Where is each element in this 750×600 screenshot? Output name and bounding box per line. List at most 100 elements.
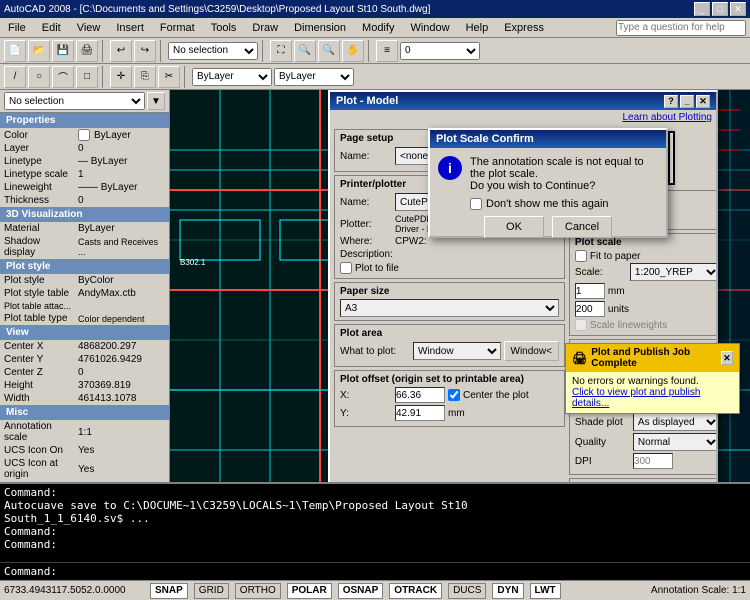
- linetype-dropdown[interactable]: ByLayer: [274, 68, 354, 86]
- plot-help-btn[interactable]: ?: [664, 95, 678, 108]
- rect-btn[interactable]: □: [76, 66, 98, 88]
- scale-select[interactable]: 1:200_YREP: [630, 263, 716, 281]
- ducs-toggle[interactable]: DUCS: [448, 583, 486, 599]
- paper-size-select[interactable]: A3: [340, 299, 559, 317]
- arc-btn[interactable]: ⌒: [52, 66, 74, 88]
- menu-draw[interactable]: Draw: [248, 20, 282, 36]
- menu-modify[interactable]: Modify: [358, 20, 398, 36]
- menu-express[interactable]: Express: [500, 20, 548, 36]
- copy-btn[interactable]: ⎘: [134, 66, 156, 88]
- plotter-label: Plotter:: [340, 219, 392, 230]
- layer-dropdown[interactable]: 0: [400, 42, 480, 60]
- polar-toggle[interactable]: POLAR: [287, 583, 332, 599]
- drawing-area[interactable]: B267 B268 B269 B270 B1069 B1081 B302.1 T…: [170, 90, 750, 482]
- menu-insert[interactable]: Insert: [112, 20, 148, 36]
- print-btn[interactable]: 🖨: [76, 40, 98, 62]
- save-btn[interactable]: 💾: [52, 40, 74, 62]
- command-history-5: Command:: [4, 538, 746, 551]
- what-to-plot-select[interactable]: Window: [413, 342, 501, 360]
- properties-section-title: Properties: [0, 113, 169, 128]
- circle-btn[interactable]: ○: [28, 66, 50, 88]
- zoom-out-btn[interactable]: 🔍: [318, 40, 340, 62]
- scale-cancel-btn[interactable]: Cancel: [552, 216, 612, 238]
- plot-scale-group: Plot scale Fit to paper Scale: 1:200_YRE…: [569, 233, 716, 336]
- selection-dropdown[interactable]: No selection: [168, 42, 258, 60]
- plot-dialog-title-controls: ? _ ✕: [664, 95, 710, 108]
- trim-btn[interactable]: ✂: [158, 66, 180, 88]
- plot-file-row: Plot to file: [340, 262, 559, 274]
- plot-to-file-checkbox[interactable]: [340, 262, 352, 274]
- line-btn[interactable]: /: [4, 66, 26, 88]
- help-search-input[interactable]: [616, 20, 746, 36]
- plot-minimize-btn[interactable]: _: [680, 95, 694, 108]
- minimize-button[interactable]: _: [694, 2, 710, 16]
- window-btn[interactable]: Window<: [504, 341, 559, 361]
- scale-confirm-title-text: Plot Scale Confirm: [436, 133, 534, 145]
- scale-ok-btn[interactable]: OK: [484, 216, 544, 238]
- bylayer-checkbox[interactable]: [78, 129, 90, 141]
- page-setup-name-label: Name:: [340, 151, 392, 162]
- color-dropdown[interactable]: ByLayer: [192, 68, 272, 86]
- plot-offset-y-input[interactable]: [395, 405, 445, 421]
- command-area[interactable]: Command: Autocuave save to C:\DOCUME~1\C…: [0, 482, 750, 562]
- maximize-button[interactable]: □: [712, 2, 728, 16]
- open-btn[interactable]: 📂: [28, 40, 50, 62]
- shade-plot-select[interactable]: As displayed: [633, 413, 716, 431]
- plot-close-btn[interactable]: ✕: [696, 95, 710, 108]
- command-input[interactable]: [57, 565, 746, 578]
- cz-row: Center Z 0: [0, 366, 169, 379]
- ortho-toggle[interactable]: ORTHO: [235, 583, 281, 599]
- sep4: [368, 40, 372, 62]
- menu-view[interactable]: View: [73, 20, 105, 36]
- publish-notification: 🖨 Plot and Publish Job Complete ✕ No err…: [565, 343, 740, 414]
- menu-file[interactable]: File: [4, 20, 30, 36]
- scale-lineweights-checkbox[interactable]: [575, 319, 587, 331]
- snap-toggle[interactable]: SNAP: [150, 583, 188, 599]
- grid-toggle[interactable]: GRID: [194, 583, 229, 599]
- quality-select[interactable]: Normal: [633, 433, 716, 451]
- menu-tools[interactable]: Tools: [207, 20, 241, 36]
- zoom-in-btn[interactable]: 🔍: [294, 40, 316, 62]
- selection-list-dropdown[interactable]: No selection: [4, 92, 145, 110]
- dyn-toggle[interactable]: DYN: [492, 583, 523, 599]
- title-bar: AutoCAD 2008 - [C:\Documents and Setting…: [0, 0, 750, 18]
- coordinates-display: 6733.4943117.5052.0.0000: [4, 585, 144, 596]
- otrack-toggle[interactable]: OTRACK: [389, 583, 442, 599]
- plot-offset-x-input[interactable]: [395, 387, 445, 403]
- layer-btn[interactable]: ≡: [376, 40, 398, 62]
- annotation-scale-display: Annotation Scale: 1:1: [651, 585, 746, 596]
- zoom-extents-btn[interactable]: ⛶: [270, 40, 292, 62]
- menu-format[interactable]: Format: [156, 20, 199, 36]
- plot-area-group: Plot area What to plot: Window Window<: [334, 324, 565, 367]
- lwt-toggle[interactable]: LWT: [530, 583, 561, 599]
- scale-input2[interactable]: [575, 301, 605, 317]
- menu-window[interactable]: Window: [406, 20, 453, 36]
- center-plot-checkbox[interactable]: [448, 389, 460, 401]
- properties-toggle-btn[interactable]: ▼: [147, 92, 165, 110]
- pan-btn[interactable]: ✋: [342, 40, 364, 62]
- misc-section-title: Misc: [0, 405, 169, 420]
- publish-close-btn[interactable]: ✕: [721, 351, 733, 365]
- redo-btn[interactable]: ↪: [134, 40, 156, 62]
- view-section-title: View: [0, 325, 169, 340]
- dont-show-label: Don't show me this again: [486, 198, 609, 210]
- move-btn[interactable]: ✛: [110, 66, 132, 88]
- new-btn[interactable]: 📄: [4, 40, 26, 62]
- plot-dialog-title-text: Plot - Model: [336, 95, 398, 107]
- osnap-toggle[interactable]: OSNAP: [338, 583, 384, 599]
- learn-plotting-link[interactable]: Learn about Plotting: [330, 110, 716, 125]
- pstyletable-row: Plot style table AndyMax.ctb: [0, 287, 169, 300]
- command-line-input-row: Command:: [0, 562, 750, 580]
- scale-units-label: units: [608, 304, 629, 315]
- scale-input1[interactable]: [575, 283, 605, 299]
- undo-btn[interactable]: ↩: [110, 40, 132, 62]
- dont-show-checkbox[interactable]: [470, 198, 482, 210]
- fit-paper-checkbox[interactable]: [575, 250, 587, 262]
- menu-edit[interactable]: Edit: [38, 20, 65, 36]
- publish-details-link[interactable]: Click to view plot and publish details..…: [572, 387, 733, 409]
- toolbar-row-2: / ○ ⌒ □ ✛ ⎘ ✂ ByLayer ByLayer: [0, 64, 750, 90]
- close-button[interactable]: ✕: [730, 2, 746, 16]
- menu-dimension[interactable]: Dimension: [290, 20, 350, 36]
- menu-help[interactable]: Help: [462, 20, 493, 36]
- scale-confirm-body: i The annotation scale is not equal to t…: [430, 148, 666, 246]
